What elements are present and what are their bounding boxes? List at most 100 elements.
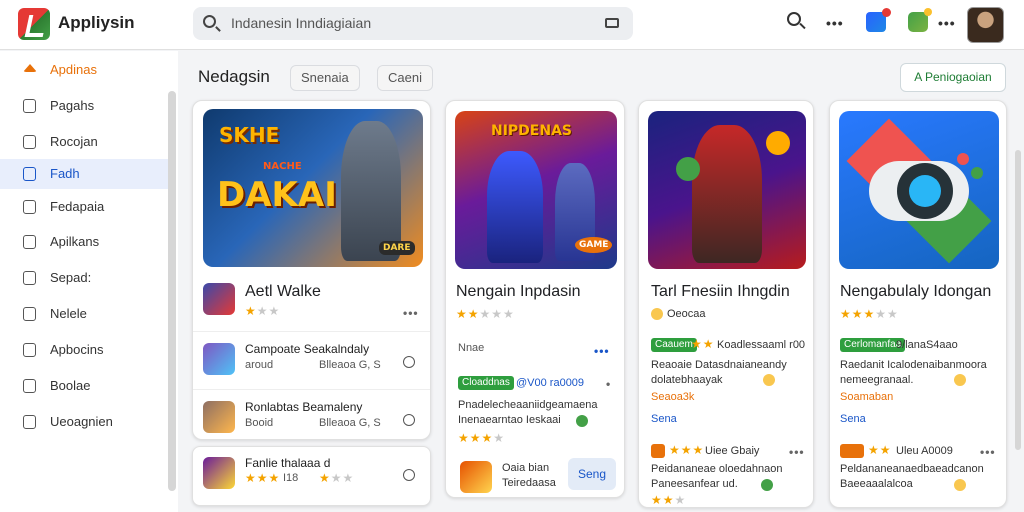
list-item-meta: Blleaoa G, S [319, 359, 381, 371]
banner-subtitle: NACHE [263, 161, 302, 172]
more-icon[interactable]: • [606, 377, 611, 391]
sidebar-item-updates[interactable]: Fedapaia [0, 192, 168, 222]
app-link[interactable]: Sena [651, 413, 677, 425]
download-icon[interactable] [403, 356, 415, 368]
app-banner-image[interactable] [839, 111, 999, 269]
smile-icon [954, 374, 966, 386]
sidebar-item-label: Pagahs [50, 98, 95, 113]
app-description: nemeegranaal. [840, 374, 914, 386]
sidebar-item-label: Fedapaia [50, 199, 105, 214]
app-icon[interactable] [203, 283, 235, 315]
app-title[interactable]: Nengain Inpdasin [456, 283, 581, 301]
app-icon [203, 343, 235, 375]
app-link[interactable]: Seaoa3k [651, 391, 694, 403]
update-icon [23, 200, 36, 214]
sidebar-item-recent[interactable]: Rocojan [0, 127, 168, 157]
more-icon[interactable]: ••• [789, 445, 805, 459]
sidebar-item-label: Fadh [50, 166, 80, 181]
filter-chip[interactable]: Caeni [377, 65, 433, 91]
library-icon [23, 343, 36, 357]
search-input[interactable]: Indanesin Inndiagiaian [231, 15, 371, 31]
status-badge [840, 444, 864, 458]
list-item-title: Ronlabtas Beamaleny [245, 400, 363, 414]
app-title[interactable]: Nengabulaly Idongan [840, 283, 991, 301]
camera-lens-inner [909, 175, 941, 207]
search-icon[interactable] [787, 12, 801, 26]
list-item[interactable]: Fanlie thalaaa d ★★★ I18 ★★★ [192, 446, 431, 506]
app-icon [460, 461, 492, 493]
app-logo-icon[interactable] [18, 8, 50, 40]
app-card[interactable]: Nengabulaly Idongan ★★★★★ Cerlomanfaa 9/… [829, 100, 1007, 508]
calendar-icon [23, 167, 36, 181]
sidebar-item-home[interactable]: Apdinas [0, 55, 168, 85]
apps-icon [23, 235, 36, 249]
app-title[interactable]: Aetl Walke [245, 283, 321, 301]
avatar[interactable] [967, 7, 1004, 43]
list-item-title: Fanlie thalaaa d [245, 456, 331, 470]
app-description: Raedanit Icalodenaibanmoora [840, 359, 987, 371]
gauntlet-glow [676, 157, 700, 181]
status-badge: Cloaddnas [458, 376, 514, 390]
smile-icon [954, 479, 966, 491]
badge-info: Uleu A0009 [896, 445, 953, 457]
sidebar-item-misc[interactable]: Ueoagnien [0, 407, 168, 437]
more-icon[interactable]: ••• [403, 306, 419, 320]
more-icon[interactable]: ••• [826, 15, 844, 31]
rating-stars: ★★★★★ [840, 307, 899, 321]
list-item-subtitle: Booid [245, 417, 274, 429]
app-banner-image[interactable] [648, 111, 806, 269]
sidebar-item-library[interactable]: Apbocins [0, 335, 168, 365]
list-item[interactable]: Ronlabtas Beamaleny Booid Blleaoa G, S [193, 389, 430, 447]
sidebar-item-settings[interactable]: Sepad: [0, 263, 168, 293]
app-banner-image[interactable]: SKHE NACHE DAKAI DARE [203, 109, 423, 267]
app-link[interactable]: Sena [840, 413, 866, 425]
download-icon[interactable] [403, 469, 415, 481]
more-icon[interactable]: ••• [594, 344, 610, 358]
rating-stars: ★★★ [319, 471, 355, 485]
app-card[interactable]: SKHE NACHE DAKAI DARE Aetl Walke ★★★ •••… [192, 100, 431, 440]
sidebar-item-active[interactable]: Fadh [0, 159, 168, 189]
banner-badge: DARE [379, 241, 415, 255]
button-dot [971, 167, 983, 179]
badge-info: 9/lanaS4aao [896, 339, 958, 351]
rating-stars: ★★★★ [458, 431, 506, 445]
banner-title: DAKAI [217, 175, 337, 215]
button-dot [957, 153, 969, 165]
filter-chip[interactable]: Snenaia [290, 65, 360, 91]
notification-icon[interactable] [866, 8, 891, 32]
list-item[interactable]: Campoate Seakalndaly aroud Blleaoa G, S [193, 331, 430, 389]
extensions-icon[interactable] [908, 8, 932, 32]
page-icon [23, 99, 36, 113]
app-card[interactable]: NIPDENAS GAME Nengain Inpdasin ★★★★★ Nna… [445, 100, 625, 498]
main-scrollbar[interactable] [1015, 150, 1021, 450]
rating-stars: ★★★★★ [456, 307, 515, 321]
badge-info: @V00 ra0009 [516, 377, 585, 389]
sidebar-scrollbar[interactable] [168, 91, 176, 491]
rating-stars: ★★ [691, 337, 715, 351]
app-card[interactable]: Tarl Fnesiin Ihngdin Oeocaa Caauem ★★ Ko… [638, 100, 814, 508]
sidebar-item-books[interactable]: Boolae [0, 371, 168, 401]
rating-stars: ★★★ [245, 304, 281, 318]
help-icon [23, 307, 36, 321]
sidebar-item-apps[interactable]: Apilkans [0, 227, 168, 257]
app-name: Appliysin [58, 13, 135, 32]
search-bar[interactable]: Indanesin Inndiagiaian [193, 7, 633, 40]
sidebar-item-label: Nelele [50, 306, 87, 321]
coin-icon [651, 308, 663, 320]
app-banner-image[interactable]: NIPDENAS GAME [455, 111, 617, 269]
download-icon[interactable] [403, 414, 415, 426]
app-link[interactable]: Soamaban [840, 391, 893, 403]
app-icon [203, 457, 235, 489]
create-button[interactable]: A Peniogaoian [900, 63, 1006, 92]
page-title: Nedagsin [198, 67, 270, 86]
smile-icon [576, 415, 588, 427]
more-icon[interactable]: ••• [980, 445, 996, 459]
app-title[interactable]: Tarl Fnesiin Ihngdin [651, 283, 790, 301]
overflow-menu-icon[interactable]: ••• [938, 15, 956, 31]
camera-icon[interactable] [605, 18, 619, 28]
sidebar-item-pages[interactable]: Pagahs [0, 91, 168, 121]
sidebar-item-label: Apilkans [50, 234, 100, 249]
install-button[interactable]: Seng [568, 458, 616, 490]
home-icon [23, 64, 37, 72]
sidebar-item-help[interactable]: Nelele [0, 299, 168, 329]
